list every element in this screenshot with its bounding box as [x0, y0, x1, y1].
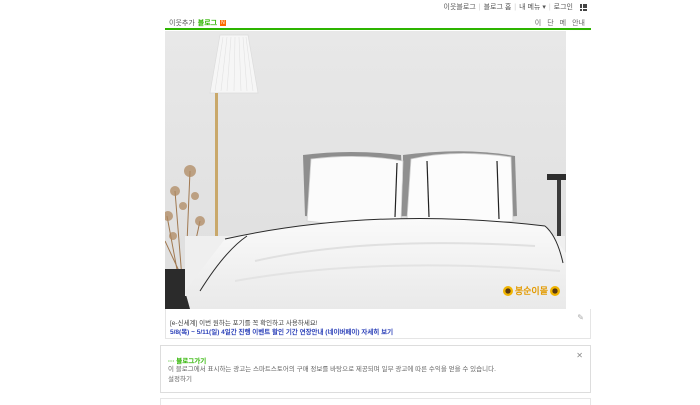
blog-home-link[interactable]: 블로그 홈 — [481, 2, 515, 12]
sunflower-icon — [502, 285, 513, 296]
notice-title[interactable]: ··· 블로그가기 — [168, 355, 206, 365]
watermark-text: 봉순이몰 — [514, 286, 548, 296]
utility-links: 이웃블로그 | 블로그 홈 | 내 메뉴 ▾ | 로그인 — [441, 2, 587, 12]
neighbor-blog-link[interactable]: 이웃블로그 — [441, 2, 479, 12]
sunflower-icon — [550, 285, 560, 296]
nav-link-2[interactable]: 단 — [547, 18, 553, 28]
notice-text: 이 블로그에서 표시하는 광고는 스마트스토어의 구매 정보를 바탕으로 제공되… — [168, 366, 496, 373]
add-neighbor-link[interactable]: 이웃추가 — [169, 18, 195, 28]
close-icon[interactable]: ✕ — [576, 351, 583, 360]
top-utility-bar: 이웃블로그 | 블로그 홈 | 내 메뉴 ▾ | 로그인 — [165, 0, 591, 13]
grid-icon[interactable] — [580, 3, 587, 11]
blog-link[interactable]: 블로그 — [198, 18, 217, 28]
nav-link-3[interactable]: 메 — [560, 18, 566, 28]
nav-link-4[interactable]: 안내 — [572, 18, 585, 28]
watermark-logo: 봉순이몰 — [502, 284, 560, 297]
notice-body: 이 블로그에서 표시하는 광고는 스마트스토어의 구매 정보를 바탕으로 제공되… — [168, 365, 568, 385]
side-table — [547, 174, 566, 180]
post-footer: [e-신세계] 이번 원하는 포기를 꼭 확인하고 사용하세요! 5/8(목) … — [165, 309, 591, 339]
next-section-box — [160, 398, 591, 405]
login-link[interactable]: 로그인 — [551, 2, 576, 12]
notice-box: ··· 블로그가기 이 블로그에서 표시하는 광고는 스마트스토어의 구매 정보… — [160, 345, 591, 393]
post-photo[interactable]: 봉순이몰 — [165, 31, 566, 309]
my-menu-dropdown[interactable]: 내 메뉴 ▾ — [516, 2, 549, 12]
navbar-right: 이 단 메 안내 — [535, 18, 585, 28]
event-link[interactable]: 5/8(목) ~ 5/11(일) 4일간 진행 이벤트 할인 기간 연장안내 (… — [170, 326, 393, 336]
navbar-left: 이웃추가 블로그 N — [169, 18, 226, 28]
settings-link[interactable]: 설정하기 — [168, 376, 192, 383]
blog-navbar: 이웃추가 블로그 N 이 단 메 안내 — [165, 13, 591, 30]
pin-icon[interactable]: ✎ — [577, 313, 584, 322]
bedroom-photo — [165, 31, 566, 309]
nav-link-1[interactable]: 이 — [535, 18, 541, 28]
new-badge: N — [220, 20, 226, 26]
